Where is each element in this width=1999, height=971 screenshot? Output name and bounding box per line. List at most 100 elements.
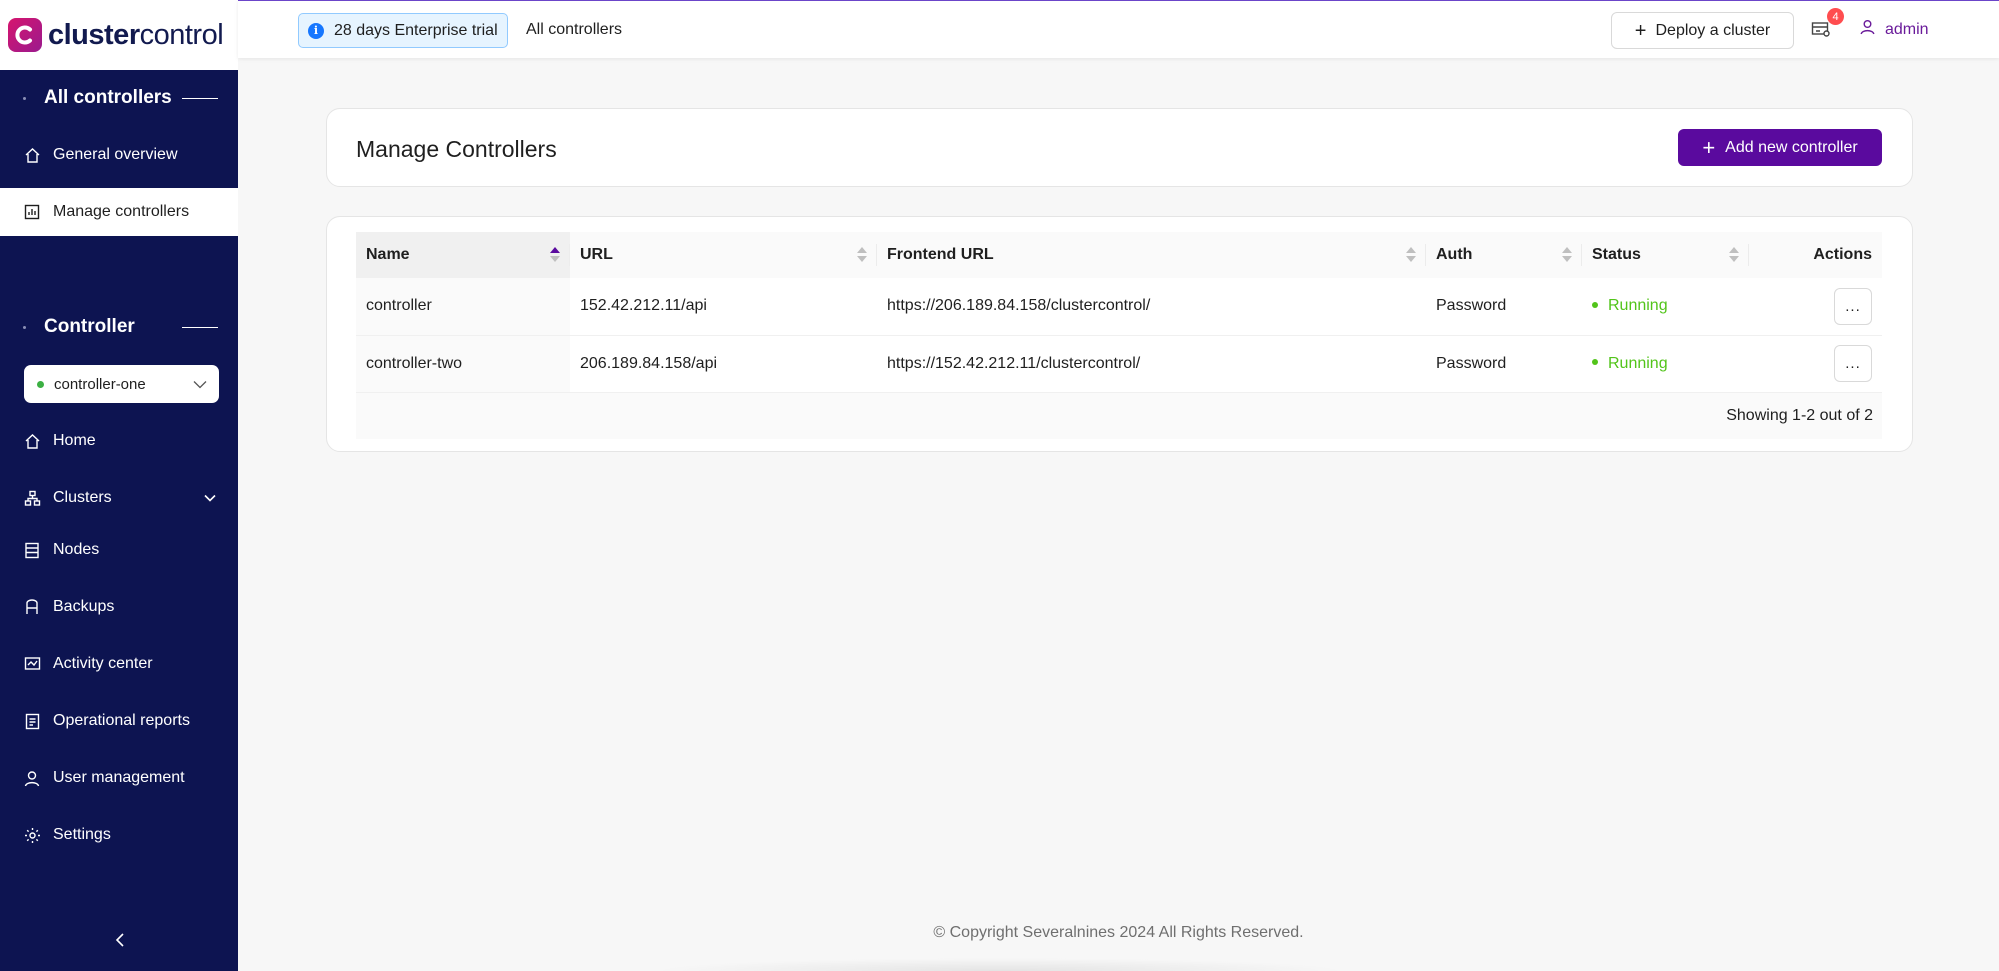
dashboard-icon xyxy=(23,203,41,221)
sidebar: clustercontrol All controllers General o… xyxy=(0,0,238,971)
column-header-url[interactable]: URL xyxy=(570,232,877,278)
cell-actions: ... xyxy=(1749,335,1882,392)
sidebar-item-label: Clusters xyxy=(53,489,112,506)
logo-text: clustercontrol xyxy=(48,18,224,51)
sidebar-item-settings[interactable]: Settings xyxy=(0,811,238,859)
table-header-row: Name URL Frontend URL Auth Status Action… xyxy=(356,232,1882,278)
plus-icon: + xyxy=(1634,19,1647,42)
cell-frontend-url: https://152.42.212.11/clustercontrol/ xyxy=(887,354,1141,372)
sidebar-item-general-overview[interactable]: General overview xyxy=(0,131,238,179)
deploy-button-label: Deploy a cluster xyxy=(1655,21,1771,39)
sidebar-item-label: General overview xyxy=(53,146,178,163)
trial-label: 28 days Enterprise trial xyxy=(334,21,498,39)
sidebar-item-manage-controllers[interactable]: Manage controllers xyxy=(0,188,238,236)
notifications-button[interactable]: 4 xyxy=(1811,8,1844,40)
column-header-status[interactable]: Status xyxy=(1582,232,1749,278)
sort-icon[interactable] xyxy=(550,247,560,262)
logo[interactable]: clustercontrol xyxy=(0,0,238,70)
collapse-sidebar-button[interactable] xyxy=(110,930,130,950)
status-dot xyxy=(1592,359,1598,366)
row-actions-button[interactable]: ... xyxy=(1834,345,1872,382)
cell-name: controller-two xyxy=(356,335,570,392)
sidebar-item-nodes[interactable]: Nodes xyxy=(0,526,238,574)
column-header-auth[interactable]: Auth xyxy=(1426,232,1582,278)
controller-select-value: controller-one xyxy=(54,375,146,393)
sidebar-item-operational-reports[interactable]: Operational reports xyxy=(0,697,238,745)
report-icon xyxy=(23,712,41,730)
cell-status: Running xyxy=(1582,278,1749,335)
cluster-icon xyxy=(23,489,41,507)
status-badge: Running xyxy=(1608,354,1668,372)
breadcrumb[interactable]: All controllers xyxy=(526,21,622,39)
controllers-table-card: Name URL Frontend URL Auth Status Action… xyxy=(326,216,1913,452)
user-icon xyxy=(23,769,41,787)
info-icon: i xyxy=(308,22,324,39)
controller-section: Controller xyxy=(0,312,238,342)
notification-count-badge: 4 xyxy=(1827,8,1844,25)
chevron-down-icon xyxy=(204,489,216,507)
sidebar-item-label: Backups xyxy=(53,598,115,615)
sort-icon[interactable] xyxy=(1406,247,1416,262)
cell-actions: ... xyxy=(1749,278,1882,335)
user-icon xyxy=(1860,19,1875,40)
deploy-cluster-button[interactable]: + Deploy a cluster xyxy=(1611,12,1794,49)
user-menu[interactable]: admin xyxy=(1860,19,1929,40)
sidebar-item-clusters[interactable]: Clusters xyxy=(0,474,238,522)
sidebar-item-user-management[interactable]: User management xyxy=(0,754,238,802)
sort-icon[interactable] xyxy=(1562,247,1572,262)
sidebar-item-label: Home xyxy=(53,432,96,449)
sidebar-item-label: Activity center xyxy=(53,655,153,672)
cell-status: Running xyxy=(1582,335,1749,392)
sidebar-item-label: Manage controllers xyxy=(53,203,190,220)
status-badge: Running xyxy=(1608,297,1668,315)
status-dot xyxy=(37,380,44,388)
sidebar-item-label: Settings xyxy=(53,826,111,843)
section-title: Controller xyxy=(44,316,135,337)
controller-select[interactable]: controller-one xyxy=(24,365,219,403)
section-title: All controllers xyxy=(44,87,172,108)
controllers-table: Name URL Frontend URL Auth Status Action… xyxy=(356,232,1882,393)
backup-icon xyxy=(23,598,41,616)
sort-icon[interactable] xyxy=(857,247,867,262)
cell-auth: Password xyxy=(1436,297,1507,315)
table-row[interactable]: controller 152.42.212.11/api https://206… xyxy=(356,278,1882,335)
top-bar: i 28 days Enterprise trial All controlle… xyxy=(238,0,1999,58)
status-dot xyxy=(1592,302,1598,309)
home-icon xyxy=(23,432,41,450)
sort-icon[interactable] xyxy=(1729,247,1739,262)
sidebar-item-label: User management xyxy=(53,769,185,786)
cell-frontend-url: https://206.189.84.158/clustercontrol/ xyxy=(887,297,1151,315)
row-actions-button[interactable]: ... xyxy=(1834,287,1872,325)
plus-icon: + xyxy=(1702,134,1716,160)
table-row[interactable]: controller-two 206.189.84.158/api https:… xyxy=(356,335,1882,392)
page-title: Manage Controllers xyxy=(356,136,557,162)
column-header-frontend-url[interactable]: Frontend URL xyxy=(877,232,1426,278)
add-new-controller-button[interactable]: + Add new controller xyxy=(1678,129,1882,166)
sidebar-item-home[interactable]: Home xyxy=(0,417,238,465)
footer-shadow xyxy=(650,958,1350,971)
trial-badge[interactable]: i 28 days Enterprise trial xyxy=(298,13,508,48)
nodes-icon xyxy=(23,541,41,559)
chevron-left-icon xyxy=(115,933,124,947)
all-controllers-section: All controllers xyxy=(0,83,238,113)
home-icon xyxy=(23,146,41,164)
column-header-actions: Actions xyxy=(1813,246,1872,263)
sidebar-item-backups[interactable]: Backups xyxy=(0,583,238,631)
activity-icon xyxy=(1811,22,1830,37)
sidebar-item-label: Nodes xyxy=(53,541,100,558)
cell-url: 206.189.84.158/api xyxy=(580,354,718,372)
cell-url: 152.42.212.11/api xyxy=(580,297,707,315)
gear-icon xyxy=(23,826,41,844)
cell-name: controller xyxy=(356,278,570,335)
copyright-text: © Copyright Severalnines 2024 All Rights… xyxy=(933,924,1304,941)
add-button-label: Add new controller xyxy=(1725,138,1858,156)
page-header-card: Manage Controllers + Add new controller xyxy=(326,108,1913,187)
cell-auth: Password xyxy=(1436,354,1507,372)
activity-icon xyxy=(23,655,41,673)
sidebar-item-activity-center[interactable]: Activity center xyxy=(0,640,238,688)
pagination-text: Showing 1-2 out of 2 xyxy=(1726,407,1873,424)
chevron-down-icon xyxy=(193,376,207,393)
clustercontrol-logo-icon xyxy=(8,18,42,52)
user-name: admin xyxy=(1885,20,1929,38)
column-header-name[interactable]: Name xyxy=(356,232,570,278)
